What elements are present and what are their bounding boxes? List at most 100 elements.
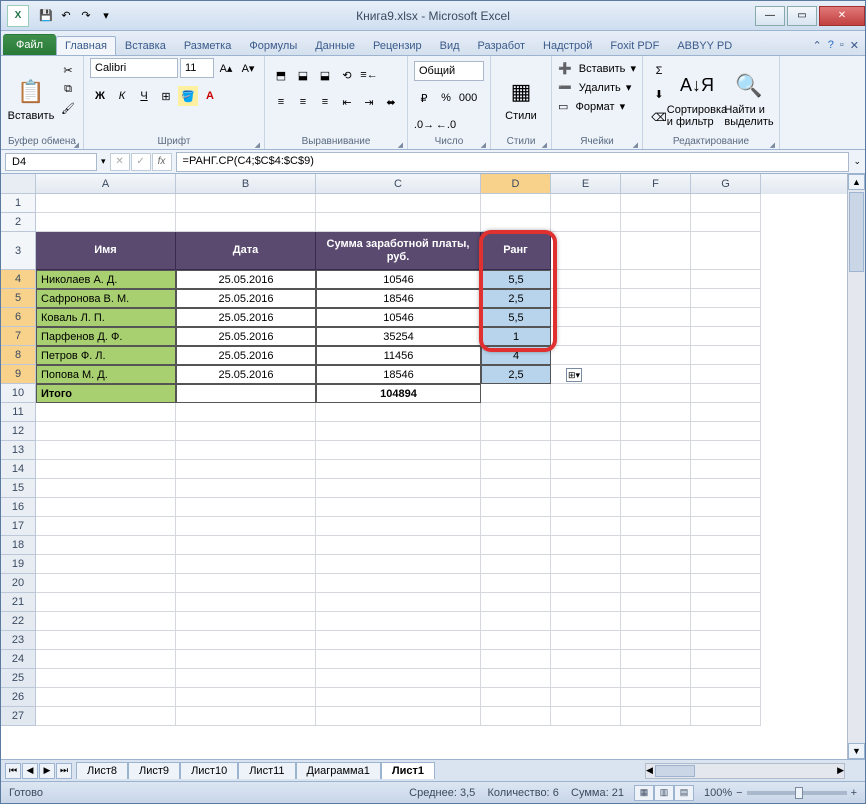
table-name[interactable]: Попова М. Д. xyxy=(36,365,176,384)
cut-icon[interactable]: ✂ xyxy=(59,62,77,78)
cell-A2[interactable] xyxy=(36,213,176,232)
cell-F20[interactable] xyxy=(621,574,691,593)
cell-G24[interactable] xyxy=(691,650,761,669)
cell-C20[interactable] xyxy=(316,574,481,593)
cell-E9[interactable] xyxy=(551,365,621,384)
cell-A15[interactable] xyxy=(36,479,176,498)
cell-C26[interactable] xyxy=(316,688,481,707)
vscroll-thumb[interactable] xyxy=(849,192,864,272)
redo-button[interactable]: ↷ xyxy=(77,7,95,25)
sheet-tab-Лист11[interactable]: Лист11 xyxy=(238,762,295,779)
cell-D10[interactable] xyxy=(481,384,551,403)
row-head-20[interactable]: 20 xyxy=(1,574,36,593)
vertical-scrollbar[interactable]: ▲ ▼ xyxy=(847,174,865,759)
row-head-22[interactable]: 22 xyxy=(1,612,36,631)
cell-D13[interactable] xyxy=(481,441,551,460)
row-head-26[interactable]: 26 xyxy=(1,688,36,707)
fill-color-button[interactable]: 🪣 xyxy=(178,86,198,106)
cell-A20[interactable] xyxy=(36,574,176,593)
number-format-select[interactable]: Общий xyxy=(414,61,484,81)
cell-D14[interactable] xyxy=(481,460,551,479)
minimize-button[interactable]: — xyxy=(755,6,785,26)
cell-G21[interactable] xyxy=(691,593,761,612)
cell-C17[interactable] xyxy=(316,517,481,536)
cell-E15[interactable] xyxy=(551,479,621,498)
cell-B16[interactable] xyxy=(176,498,316,517)
col-head-B[interactable]: B xyxy=(176,174,316,194)
cell-F27[interactable] xyxy=(621,707,691,726)
cell-D1[interactable] xyxy=(481,194,551,213)
cell-E6[interactable] xyxy=(551,308,621,327)
sheet-tab-Диаграмма1[interactable]: Диаграмма1 xyxy=(296,762,381,779)
tab-abbyy pd[interactable]: ABBYY PD xyxy=(668,36,741,55)
col-head-D[interactable]: D xyxy=(481,174,551,194)
cell-E3[interactable] xyxy=(551,232,621,270)
scroll-down-icon[interactable]: ▼ xyxy=(848,743,865,759)
table-date[interactable]: 25.05.2016 xyxy=(176,308,316,327)
cell-E26[interactable] xyxy=(551,688,621,707)
cell-B20[interactable] xyxy=(176,574,316,593)
font-color-button[interactable]: A xyxy=(200,86,220,106)
cell-C24[interactable] xyxy=(316,650,481,669)
table-sum[interactable]: 11456 xyxy=(316,346,481,365)
table-sum[interactable]: 18546 xyxy=(316,289,481,308)
cell-B11[interactable] xyxy=(176,403,316,422)
decrease-decimal-icon[interactable]: ←.0 xyxy=(436,115,456,135)
cell-D27[interactable] xyxy=(481,707,551,726)
find-select-button[interactable]: 🔍 Найти и выделить xyxy=(725,58,773,136)
cell-D2[interactable] xyxy=(481,213,551,232)
cell-G27[interactable] xyxy=(691,707,761,726)
cell-G2[interactable] xyxy=(691,213,761,232)
grow-font-icon[interactable]: A▴ xyxy=(216,58,236,78)
cell-E13[interactable] xyxy=(551,441,621,460)
cell-F6[interactable] xyxy=(621,308,691,327)
cell-B18[interactable] xyxy=(176,536,316,555)
cell-D22[interactable] xyxy=(481,612,551,631)
col-head-G[interactable]: G xyxy=(691,174,761,194)
cell-B14[interactable] xyxy=(176,460,316,479)
border-button[interactable]: ⊞ xyxy=(156,86,176,106)
doc-close-icon[interactable]: ✕ xyxy=(850,39,859,52)
row-head-2[interactable]: 2 xyxy=(1,213,36,232)
tab-разработ[interactable]: Разработ xyxy=(469,36,534,55)
cell-F13[interactable] xyxy=(621,441,691,460)
cell-C27[interactable] xyxy=(316,707,481,726)
cell-B15[interactable] xyxy=(176,479,316,498)
cell-F22[interactable] xyxy=(621,612,691,631)
autosum-icon[interactable]: Σ xyxy=(649,61,669,81)
tab-nav-last-icon[interactable]: ⏭ xyxy=(56,763,72,779)
cell-F25[interactable] xyxy=(621,669,691,688)
currency-icon[interactable]: ₽ xyxy=(414,88,434,108)
cell-E12[interactable] xyxy=(551,422,621,441)
cell-F9[interactable] xyxy=(621,365,691,384)
col-head-A[interactable]: A xyxy=(36,174,176,194)
format-cells-button[interactable]: ▭ Формат ▾ xyxy=(558,99,636,114)
window-restore-icon[interactable]: ▫ xyxy=(840,39,844,52)
row-head-9[interactable]: 9 xyxy=(1,365,36,384)
expand-formula-bar-icon[interactable]: ⌄ xyxy=(853,156,861,167)
col-head-F[interactable]: F xyxy=(621,174,691,194)
cell-F19[interactable] xyxy=(621,555,691,574)
cell-F15[interactable] xyxy=(621,479,691,498)
hscroll-right-icon[interactable]: ▶ xyxy=(837,765,844,776)
cell-B22[interactable] xyxy=(176,612,316,631)
table-rank[interactable]: 1 xyxy=(481,327,551,346)
row-head-21[interactable]: 21 xyxy=(1,593,36,612)
align-top-icon[interactable]: ⬒ xyxy=(271,65,291,85)
cell-G10[interactable] xyxy=(691,384,761,403)
row-head-18[interactable]: 18 xyxy=(1,536,36,555)
cell-G11[interactable] xyxy=(691,403,761,422)
row-head-3[interactable]: 3 xyxy=(1,232,36,270)
table-rank[interactable]: 4 xyxy=(481,346,551,365)
cell-C1[interactable] xyxy=(316,194,481,213)
row-head-4[interactable]: 4 xyxy=(1,270,36,289)
cell-A14[interactable] xyxy=(36,460,176,479)
qat-more[interactable]: ▾ xyxy=(97,7,115,25)
autofill-options-button[interactable]: ⊞▾ xyxy=(566,368,582,382)
cell-F17[interactable] xyxy=(621,517,691,536)
table-header[interactable]: Сумма заработной платы, руб. xyxy=(316,232,481,270)
cell-D25[interactable] xyxy=(481,669,551,688)
cell-E1[interactable] xyxy=(551,194,621,213)
col-head-C[interactable]: C xyxy=(316,174,481,194)
cell-C19[interactable] xyxy=(316,555,481,574)
